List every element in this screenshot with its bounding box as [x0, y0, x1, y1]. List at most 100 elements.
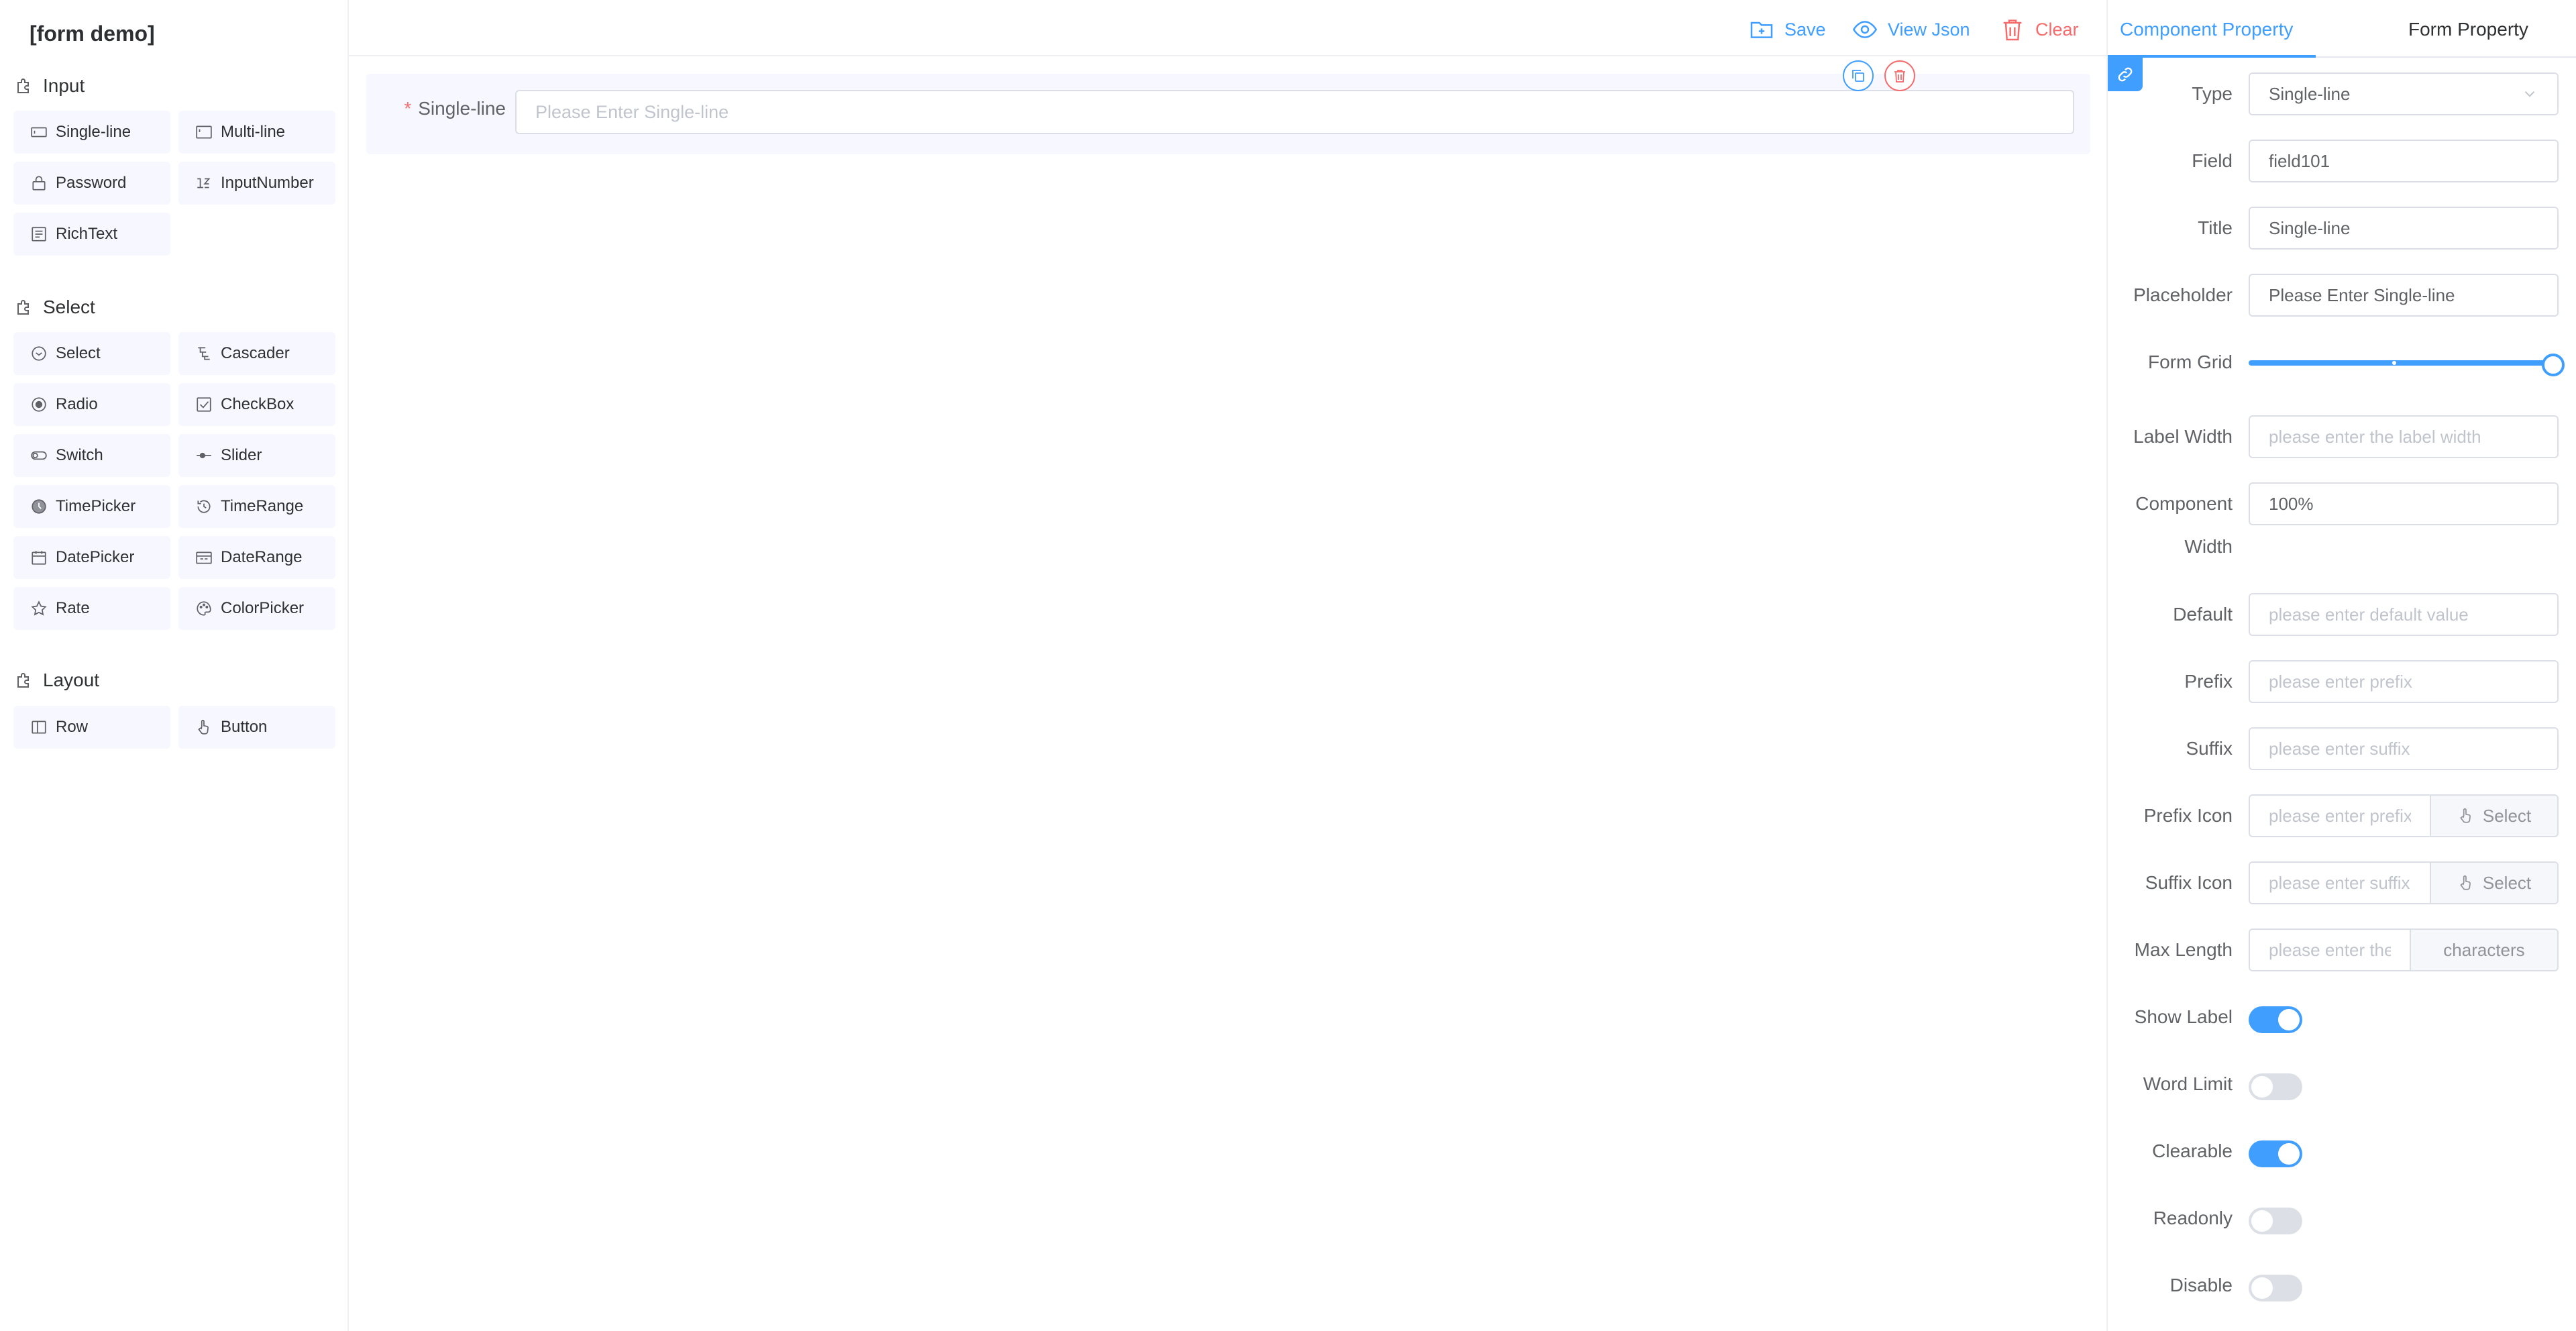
prefix-input[interactable]: [2249, 660, 2559, 703]
delete-item-button[interactable]: [1884, 60, 1915, 91]
select-icon: [32, 346, 46, 361]
form-grid-slider[interactable]: [2249, 360, 2553, 366]
type-select-value: Single-line: [2269, 83, 2351, 104]
prop-label-show-label: Show Label: [2134, 1006, 2233, 1027]
component-label: Button: [221, 718, 268, 736]
component-time-range[interactable]: TimeRange: [178, 485, 335, 528]
suffix-icon-select-button[interactable]: Select: [2431, 861, 2559, 904]
top-toolbar: Save View Json Clear: [349, 0, 2106, 56]
slider-stop: [2392, 361, 2396, 365]
tab-form-property[interactable]: Form Property: [2408, 19, 2528, 40]
pointer-icon: [2460, 808, 2471, 823]
component-rich-text[interactable]: RichText: [13, 213, 170, 256]
palette-icon: [197, 601, 211, 616]
readonly-switch[interactable]: [2249, 1208, 2302, 1234]
star-icon: [31, 600, 47, 616]
word-limit-switch[interactable]: [2249, 1073, 2302, 1100]
characters-append: characters: [2411, 928, 2559, 971]
form-item-label-text: Single-line: [418, 98, 506, 119]
field-input[interactable]: [2249, 140, 2559, 182]
lock-icon: [32, 176, 46, 191]
radio-icon: [32, 397, 46, 412]
component-label: Single-line: [56, 123, 131, 141]
component-label: Radio: [56, 395, 98, 413]
prop-label-prefix: Prefix: [2184, 671, 2233, 692]
component-rate[interactable]: Rate: [13, 587, 170, 630]
form-canvas[interactable]: * Single-line: [349, 58, 2106, 1331]
checkbox-icon: [197, 397, 211, 412]
component-date-range[interactable]: DateRange: [178, 536, 335, 579]
clear-label: Clear: [2035, 19, 2079, 40]
prop-label-component-width: Component Width: [2135, 493, 2233, 557]
app-title: [form demo]: [30, 21, 155, 46]
prop-label-prefix-icon: Prefix Icon: [2143, 805, 2233, 826]
view-json-button[interactable]: View Json: [1851, 16, 1970, 43]
suffix-icon-input[interactable]: [2249, 861, 2431, 904]
slider-icon: [197, 452, 211, 459]
view-json-label: View Json: [1888, 19, 1970, 40]
clock-icon: [32, 499, 46, 514]
drawing-item-single-line[interactable]: * Single-line: [366, 60, 2090, 154]
prop-label-clearable: Clearable: [2152, 1140, 2233, 1161]
max-length-group: characters: [2249, 928, 2559, 971]
component-password[interactable]: Password: [13, 162, 170, 205]
clear-button[interactable]: Clear: [1999, 16, 2079, 43]
component-slider[interactable]: Slider: [178, 434, 335, 477]
group-title-input: Input: [15, 75, 85, 97]
single-line-input[interactable]: [515, 90, 2074, 134]
component-switch[interactable]: Switch: [13, 434, 170, 477]
component-single-line[interactable]: Single-line: [13, 111, 170, 154]
type-select[interactable]: Single-line: [2249, 72, 2559, 115]
component-label: InputNumber: [221, 174, 314, 192]
max-length-input[interactable]: [2249, 928, 2411, 971]
form-item-label: * Single-line: [378, 98, 506, 119]
component-date-picker[interactable]: DatePicker: [13, 536, 170, 579]
suffix-input[interactable]: [2249, 727, 2559, 770]
group-title-select: Select: [15, 297, 95, 318]
component-select[interactable]: Select: [13, 332, 170, 375]
input-icon: [31, 127, 47, 138]
component-input-number[interactable]: InputNumber: [178, 162, 335, 205]
component-color-picker[interactable]: ColorPicker: [178, 587, 335, 630]
component-row[interactable]: Row: [13, 706, 170, 749]
component-multi-line[interactable]: Multi-line: [178, 111, 335, 154]
label-width-input[interactable]: [2249, 415, 2559, 458]
component-radio[interactable]: Radio: [13, 383, 170, 426]
prop-label-readonly: Readonly: [2153, 1208, 2233, 1228]
component-button[interactable]: Button: [178, 706, 335, 749]
save-label: Save: [1784, 19, 1826, 40]
prop-label-type: Type: [2192, 83, 2233, 104]
prop-label-default: Default: [2173, 604, 2233, 625]
tab-component-property[interactable]: Component Property: [2120, 19, 2293, 40]
title-input[interactable]: [2249, 207, 2559, 250]
component-label: Row: [56, 718, 89, 736]
prefix-icon-select-button[interactable]: Select: [2431, 794, 2559, 837]
group-title-label: Layout: [43, 670, 100, 690]
textarea-icon: [196, 125, 212, 139]
component-cascader[interactable]: Cascader: [178, 332, 335, 375]
component-width-input[interactable]: [2249, 482, 2559, 525]
clearable-switch[interactable]: [2249, 1140, 2302, 1167]
component-label: Cascader: [221, 344, 290, 362]
switch-knob: [2251, 1076, 2273, 1098]
switch-knob: [2251, 1277, 2273, 1299]
prop-label-label-width: Label Width: [2133, 426, 2233, 447]
component-time-picker[interactable]: TimePicker: [13, 485, 170, 528]
disable-switch[interactable]: [2249, 1275, 2302, 1301]
form-grid-slider-handle[interactable]: [2542, 354, 2565, 376]
component-checkbox[interactable]: CheckBox: [178, 383, 335, 426]
input-components-grid: Single-line Multi-line Password InputNum…: [13, 111, 335, 256]
save-button[interactable]: Save: [1748, 16, 1826, 43]
select-components-grid: Select Cascader Radio CheckBox Switch Sl…: [13, 332, 335, 630]
prefix-icon-input[interactable]: [2249, 794, 2431, 837]
default-value-input[interactable]: [2249, 593, 2559, 636]
show-label-switch[interactable]: [2249, 1006, 2302, 1033]
component-label: Switch: [56, 446, 103, 464]
cascader-icon: [198, 347, 210, 360]
puzzle-icon: [17, 300, 29, 315]
copy-item-button[interactable]: [1843, 60, 1874, 91]
component-label: DateRange: [221, 548, 303, 566]
component-label: Slider: [221, 446, 262, 464]
placeholder-input[interactable]: [2249, 274, 2559, 317]
richtext-icon: [32, 227, 46, 242]
